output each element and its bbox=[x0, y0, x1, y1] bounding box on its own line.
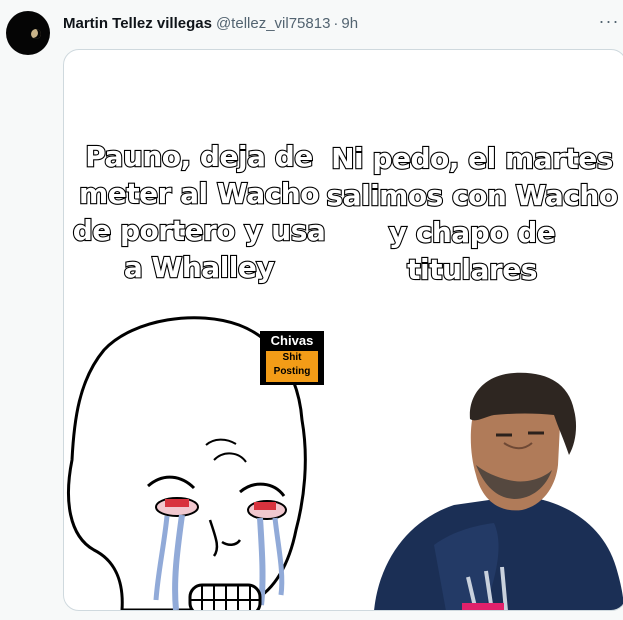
moon-image bbox=[31, 29, 41, 39]
left-caption-line: meter al Wacho bbox=[78, 176, 321, 211]
right-caption-line: Ni pedo, el martes bbox=[330, 141, 614, 176]
right-caption-line: salimos con Wacho bbox=[325, 178, 619, 213]
right-caption-line: titulares bbox=[406, 252, 538, 287]
brand-line3: Posting bbox=[273, 366, 311, 377]
left-caption-line: de portero y usa bbox=[72, 213, 327, 248]
separator: · bbox=[333, 14, 339, 32]
tweet-media-image[interactable]: Pauno, deja de meter al Wacho de portero… bbox=[63, 49, 623, 611]
tweet-header: Martin Tellez villegas @tellez_vil75813 … bbox=[63, 12, 358, 34]
left-caption-line: Pauno, deja de bbox=[84, 139, 314, 174]
coach-photo bbox=[374, 372, 623, 610]
meme-right-caption: Ni pedo, el martes salimos con Wacho y c… bbox=[322, 140, 622, 288]
brand-box: Shit Posting bbox=[266, 351, 318, 382]
author-handle[interactable]: @tellez_vil75813 bbox=[216, 15, 330, 32]
avatar[interactable] bbox=[6, 11, 50, 55]
timestamp[interactable]: 9h bbox=[341, 15, 358, 32]
brand-line2: Shit bbox=[282, 352, 302, 363]
right-caption-line: y chapo de bbox=[388, 215, 557, 250]
chivas-shitposting-logo: Chivas Shit Posting bbox=[260, 331, 324, 385]
brand-line1: Chivas bbox=[270, 333, 314, 348]
left-caption-line: a Whalley bbox=[123, 250, 276, 285]
author-name[interactable]: Martin Tellez villegas bbox=[63, 15, 212, 32]
meme-left-caption: Pauno, deja de meter al Wacho de portero… bbox=[64, 138, 334, 286]
more-options-icon[interactable]: ··· bbox=[598, 12, 620, 34]
